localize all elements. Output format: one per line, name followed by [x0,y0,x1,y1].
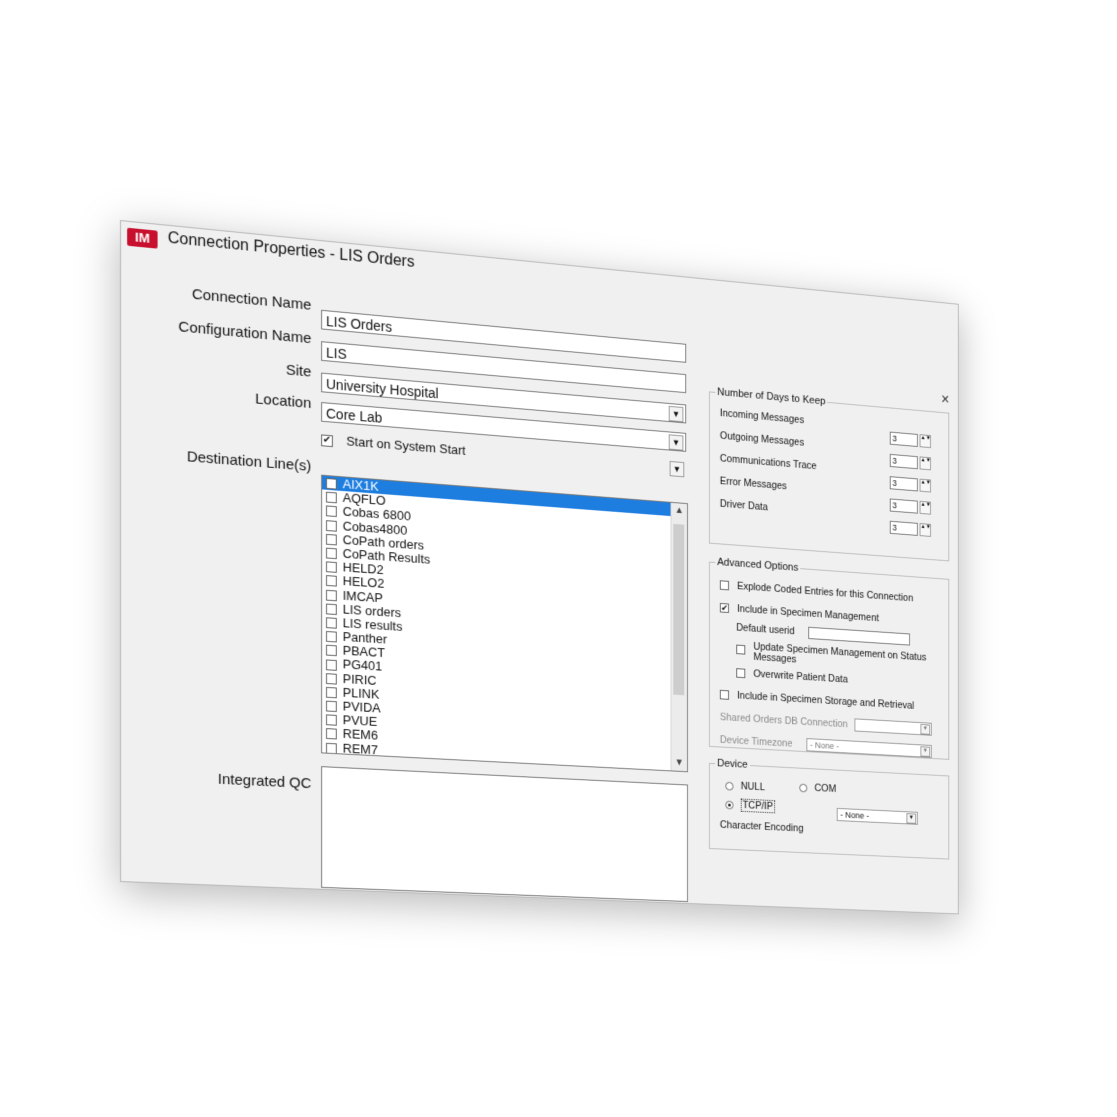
connection-name-label: Connection Name [191,285,312,314]
tcpip-radio[interactable] [725,800,734,810]
integrated-qc-box[interactable] [321,766,688,903]
spin-arrows-icon[interactable]: ▲▼ [919,478,931,493]
chevron-down-icon[interactable]: ▼ [668,405,684,423]
char-encoding-value: - None - [840,809,870,821]
scroll-thumb[interactable] [673,523,685,696]
device-legend: Device [717,757,748,771]
device-com-option[interactable]: COM [799,782,836,795]
chevron-down-icon[interactable]: ▼ [920,746,931,757]
start-on-system-start-label: Start on System Start [346,433,466,458]
scroll-down-icon[interactable]: ▼ [671,755,687,771]
spin-arrows-icon[interactable]: ▲▼ [919,456,931,471]
site-label: Site [285,361,312,381]
destination-lines-label: Destination Line(s) [186,448,312,475]
destination-checkbox[interactable] [326,589,337,601]
destination-checkbox[interactable] [326,575,337,587]
days-spin-input[interactable]: 3 [889,520,918,536]
list-scrollbar[interactable]: ▲ ▼ [670,502,688,772]
chevron-down-icon[interactable]: ▼ [668,434,684,451]
destination-checkbox[interactable] [326,547,337,560]
site-value: University Hospital [326,375,439,402]
update-specimen-checkbox[interactable] [736,644,746,655]
destination-checkbox[interactable] [326,603,337,615]
days-to-keep-legend: Number of Days to Keep [717,386,826,408]
overwrite-patient-checkbox[interactable] [736,668,746,679]
advanced-options-legend: Advanced Options [717,556,799,574]
null-radio[interactable] [725,781,734,791]
scroll-up-icon[interactable]: ▲ [671,503,687,519]
start-on-system-start-checkbox[interactable]: ✔ [321,433,333,447]
include-storage-checkbox[interactable] [719,690,729,701]
device-timezone-value: - None - [810,740,839,752]
window-title: Connection Properties - LIS Orders [167,229,415,271]
destination-checkbox[interactable] [326,561,337,574]
days-spin-input[interactable]: 3 [889,453,918,470]
destination-checkbox[interactable] [326,672,337,685]
configuration-name-label: Configuration Name [178,318,312,348]
chevron-down-icon[interactable]: ▼ [669,460,685,478]
destination-lines-items: AIX1K AQFLO Cobas 6800 Cobas4800 CoPath orde… [322,475,688,773]
tcpip-label: TCP/IP [740,798,775,814]
days-spin-input[interactable]: 3 [889,431,918,447]
destination-checkbox[interactable] [326,658,337,671]
device-tcpip-option[interactable]: TCP/IP [725,798,775,814]
destination-checkbox[interactable] [326,714,337,726]
include-specimen-mgmt-checkbox[interactable]: ✔ [719,603,729,614]
null-label: NULL [740,780,765,794]
chevron-down-icon[interactable]: ▼ [920,724,931,735]
days-spin-input[interactable]: 3 [889,476,918,492]
destination-checkbox[interactable] [326,686,337,699]
chevron-down-icon[interactable]: ▼ [906,813,917,824]
destination-lines-list[interactable]: AIX1K AQFLO Cobas 6800 Cobas4800 CoPath orde… [321,474,688,773]
destination-checkbox[interactable] [326,519,337,532]
com-radio[interactable] [799,783,808,793]
destination-label: REM7 [342,740,378,757]
destination-checkbox[interactable] [326,742,337,754]
location-label: Location [255,390,312,413]
destination-checkbox[interactable] [326,491,337,504]
spin-arrows-icon[interactable]: ▲▼ [919,434,931,449]
integrated-qc-label: Integrated QC [217,770,312,793]
app-logo: IM [127,227,158,249]
destination-checkbox[interactable] [326,505,337,518]
screenshot-stage: IM Connection Properties - LIS Orders × … [0,0,1117,1117]
destination-checkbox[interactable] [326,478,337,490]
destination-checkbox[interactable] [326,645,337,657]
spin-arrows-icon[interactable]: ▲▼ [919,523,931,537]
spin-arrows-icon[interactable]: ▲▼ [919,500,931,515]
explode-coded-checkbox[interactable] [719,580,729,591]
destination-checkbox[interactable] [326,631,337,643]
days-spin-input[interactable]: 3 [889,498,918,514]
title-bar: IM Connection Properties - LIS Orders [121,221,958,340]
destination-checkbox[interactable] [326,533,337,546]
destination-checkbox[interactable] [326,617,337,629]
com-label: COM [814,782,837,795]
location-value: Core Lab [326,405,383,426]
destination-checkbox[interactable] [326,700,337,713]
device-null-option[interactable]: NULL [725,780,765,793]
destination-checkbox[interactable] [326,728,337,740]
connection-properties-window: IM Connection Properties - LIS Orders × … [120,220,959,915]
